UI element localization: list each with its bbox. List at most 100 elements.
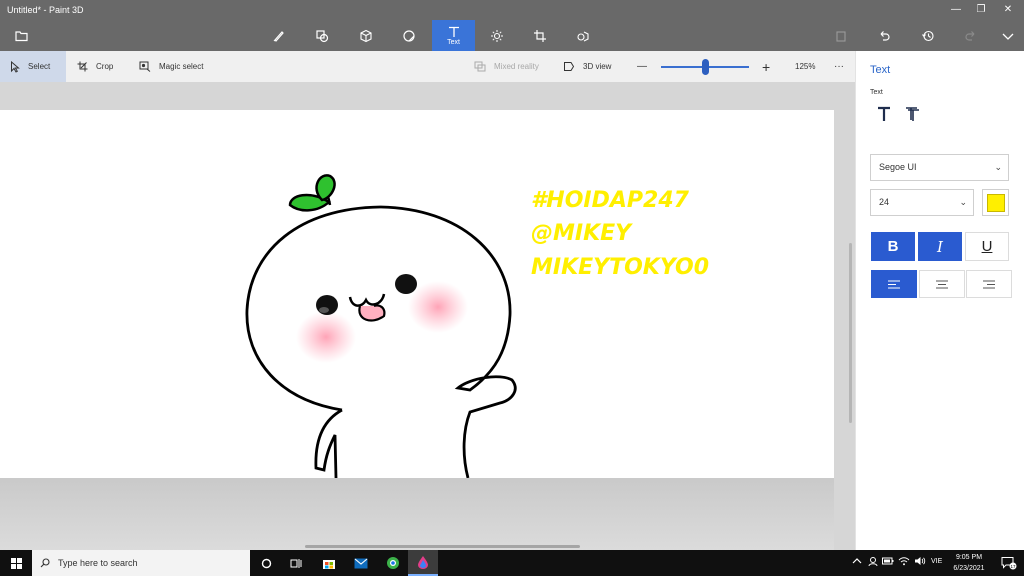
chevron-down-icon: ⌄ bbox=[994, 162, 1002, 172]
tab-stickers[interactable] bbox=[389, 22, 429, 50]
magic-select-icon bbox=[139, 61, 151, 72]
align-right-icon bbox=[983, 280, 995, 288]
paint-3d-taskbar-icon[interactable] bbox=[408, 550, 438, 576]
2d-text-icon[interactable] bbox=[876, 106, 896, 126]
2d-shapes-icon bbox=[316, 30, 329, 43]
crop-button[interactable]: Crop bbox=[77, 51, 113, 82]
align-left-icon bbox=[888, 280, 900, 288]
align-left-button[interactable] bbox=[871, 270, 917, 298]
zoom-out-button[interactable]: — bbox=[637, 51, 647, 82]
bold-button[interactable]: B bbox=[871, 232, 915, 261]
font-family-value: Segoe UI bbox=[879, 162, 917, 172]
crop-canvas-icon bbox=[534, 30, 546, 42]
font-family-dropdown[interactable]: Segoe UI ⌄ bbox=[870, 154, 1009, 181]
chevron-down-icon[interactable] bbox=[997, 26, 1019, 46]
tab-brushes[interactable] bbox=[259, 22, 299, 50]
taskbar-search-input[interactable]: Type here to search bbox=[32, 550, 250, 576]
align-center-icon bbox=[936, 280, 948, 288]
cursor-icon bbox=[11, 60, 20, 73]
folder-icon[interactable] bbox=[10, 26, 32, 46]
volume-icon[interactable] bbox=[914, 556, 926, 568]
tab-effects[interactable] bbox=[477, 22, 517, 50]
color-swatch-fill bbox=[986, 193, 1005, 212]
3d-view-icon bbox=[564, 62, 575, 71]
tab-text-label: Text bbox=[447, 38, 460, 46]
drawing-canvas[interactable]: #HOIDAP247 @MIKEY MIKEYTOKYO0 bbox=[0, 110, 834, 478]
people-icon[interactable] bbox=[867, 556, 879, 569]
history-icon[interactable] bbox=[917, 26, 939, 46]
maximize-button[interactable]: ❐ bbox=[971, 3, 991, 17]
store-icon[interactable] bbox=[314, 550, 344, 576]
search-icon bbox=[40, 558, 50, 568]
horizontal-scrollbar[interactable] bbox=[305, 545, 580, 548]
window-title: Untitled* - Paint 3D bbox=[7, 5, 84, 15]
text-side-panel: Text Text Segoe UI ⌄ 24 ⌄ B I U bbox=[855, 51, 1024, 550]
more-options-button[interactable]: ··· bbox=[834, 51, 844, 82]
zoom-in-button[interactable]: + bbox=[762, 51, 770, 82]
align-right-button[interactable] bbox=[966, 270, 1012, 298]
battery-icon bbox=[882, 556, 894, 568]
character-drawing bbox=[245, 174, 517, 478]
redo-icon[interactable] bbox=[960, 26, 982, 46]
notification-center-icon[interactable]: 17 bbox=[994, 550, 1024, 576]
canvas-reflection bbox=[0, 478, 834, 550]
zoom-level[interactable]: 125% bbox=[795, 51, 815, 82]
font-size-dropdown[interactable]: 24 ⌄ bbox=[870, 189, 974, 216]
mixed-reality-button[interactable]: Mixed reality bbox=[474, 51, 539, 82]
input-language[interactable]: VIE bbox=[931, 558, 942, 565]
select-button[interactable]: Select bbox=[0, 51, 66, 82]
canvas-text-line[interactable]: #HOIDAP247 bbox=[531, 188, 689, 213]
cube-icon bbox=[360, 29, 372, 43]
italic-button[interactable]: I bbox=[918, 232, 962, 261]
brush-icon bbox=[273, 31, 284, 42]
tab-canvas[interactable] bbox=[520, 22, 560, 50]
sun-icon bbox=[491, 30, 503, 42]
canvas-text-line[interactable]: @MIKEY bbox=[531, 221, 631, 246]
title-bar: Untitled* - Paint 3D — ❐ ✕ Text bbox=[0, 0, 1024, 51]
text-color-picker[interactable] bbox=[982, 189, 1009, 216]
browser-icon[interactable] bbox=[378, 550, 408, 576]
mixed-reality-icon bbox=[474, 61, 486, 72]
3d-view-label: 3D view bbox=[583, 62, 612, 71]
wifi-icon[interactable] bbox=[898, 556, 910, 568]
3d-text-icon[interactable] bbox=[904, 106, 924, 126]
panel-title: Text bbox=[870, 64, 891, 76]
mail-icon[interactable] bbox=[346, 550, 376, 576]
clock-time: 9:05 PM bbox=[955, 554, 983, 561]
cortana-icon[interactable] bbox=[251, 550, 281, 576]
magic-select-button[interactable]: Magic select bbox=[139, 51, 203, 82]
chevron-up-icon[interactable] bbox=[852, 556, 862, 568]
taskbar-clock[interactable]: 9:05 PM 6/23/2021 bbox=[946, 552, 992, 574]
magic-select-label: Magic select bbox=[159, 62, 204, 71]
underline-button[interactable]: U bbox=[965, 232, 1009, 261]
tab-text[interactable]: Text bbox=[432, 20, 475, 51]
task-view-icon[interactable] bbox=[281, 550, 311, 576]
close-button[interactable]: ✕ bbox=[998, 3, 1018, 17]
sticker-icon bbox=[403, 30, 415, 42]
mixed-reality-label: Mixed reality bbox=[494, 62, 539, 71]
taskbar: Type here to search VIE 9:05 PM 6/23/202… bbox=[0, 550, 1024, 576]
tab-2d-shapes[interactable] bbox=[302, 22, 342, 50]
minimize-button[interactable]: — bbox=[946, 3, 966, 17]
paste-icon[interactable] bbox=[830, 26, 852, 46]
canvas-text-line[interactable]: MIKEYTOKYO0 bbox=[531, 255, 709, 280]
select-label: Select bbox=[28, 62, 51, 71]
crop-icon bbox=[77, 61, 88, 72]
font-size-value: 24 bbox=[879, 197, 890, 207]
zoom-slider-thumb[interactable] bbox=[701, 59, 709, 75]
3d-view-button[interactable]: 3D view bbox=[563, 51, 611, 82]
windows-start-icon[interactable] bbox=[0, 550, 32, 576]
notification-count: 17 bbox=[1010, 564, 1016, 569]
clock-date: 6/23/2021 bbox=[953, 565, 985, 572]
text-icon bbox=[448, 26, 459, 37]
chevron-down-icon: ⌄ bbox=[959, 197, 967, 207]
panel-subtitle: Text bbox=[870, 89, 883, 96]
undo-icon[interactable] bbox=[873, 26, 895, 46]
align-center-button[interactable] bbox=[919, 270, 965, 298]
crop-label: Crop bbox=[96, 62, 114, 71]
3d-library-icon bbox=[577, 31, 589, 42]
search-placeholder: Type here to search bbox=[58, 558, 138, 568]
vertical-scrollbar[interactable] bbox=[849, 243, 852, 423]
tab-3d-library[interactable] bbox=[563, 22, 603, 50]
tab-3d-shapes[interactable] bbox=[346, 22, 386, 50]
